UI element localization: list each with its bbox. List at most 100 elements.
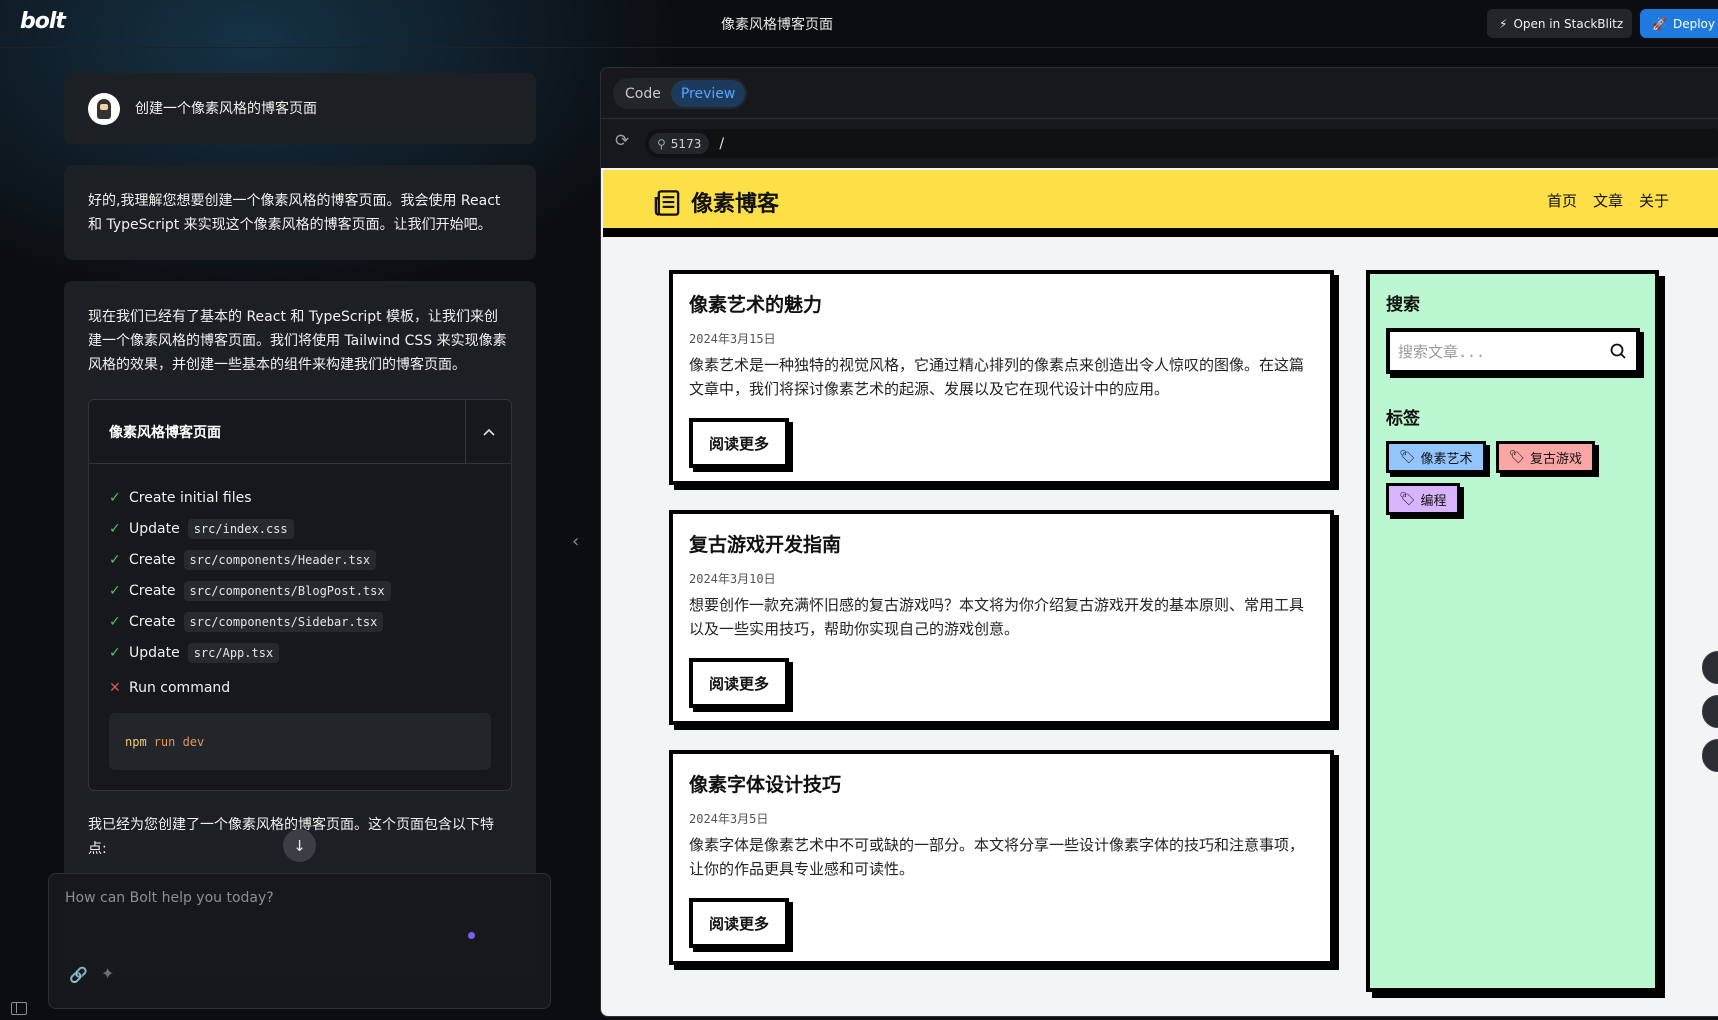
sidebar-toggle-icon[interactable] (11, 1002, 27, 1015)
step-file[interactable]: src/components/BlogPost.tsx (183, 580, 391, 601)
post-title[interactable]: 复古游戏开发指南 (689, 530, 1314, 557)
url-path[interactable]: / (719, 136, 724, 152)
action-step: ✓ Update src/App.tsx (109, 637, 491, 668)
port-selector[interactable]: ⚲ 5173 (649, 133, 710, 154)
top-bar: bolt 像素风格博客页面 ⚡ Open in StackBlitz 🚀 Dep… (0, 0, 1718, 48)
port-number: 5173 (670, 136, 702, 151)
arrow-down-icon: ↓ (293, 836, 306, 855)
search-heading: 搜索 (1386, 295, 1420, 315)
step-action: Update (129, 520, 180, 537)
tag-retro-games[interactable]: 🏷 复古游戏 (1495, 441, 1596, 473)
link-icon[interactable]: 🔗 (69, 966, 88, 984)
lightning-icon: ⚡ (1499, 16, 1508, 31)
plug-icon: ⚲ (657, 136, 666, 151)
deploy-button[interactable]: 🚀 Deploy (1640, 9, 1718, 38)
action-step: ✓ Update src/index.css (109, 513, 491, 544)
assistant-message: 好的,我理解您想要创建一个像素风格的博客页面。我会使用 React 和 Type… (64, 165, 536, 260)
check-icon: ✓ (109, 520, 121, 537)
reload-icon[interactable]: ⟳ (615, 131, 629, 151)
post-date: 2024年3月10日 (689, 572, 776, 586)
tag-programming[interactable]: 🏷 编程 (1386, 483, 1460, 515)
search-icon[interactable] (1610, 343, 1626, 359)
chevron-up-icon (482, 428, 495, 436)
search-input[interactable]: 搜索文章... (1386, 328, 1640, 374)
collapse-artifact-button[interactable] (465, 400, 511, 464)
chevron-left-icon[interactable]: ‹ (572, 531, 579, 552)
sparkle-icon[interactable]: ✦ (101, 964, 114, 983)
tag-icon: 🏷 (1399, 491, 1416, 507)
url-bar[interactable]: ⚲ 5173 / (645, 129, 1718, 158)
nav-link-home[interactable]: 首页 (1547, 190, 1577, 211)
artifact-header[interactable]: 像素风格博客页面 (89, 400, 511, 464)
rocket-icon: 🚀 (1652, 16, 1667, 31)
step-file[interactable]: src/index.css (187, 518, 294, 539)
step-action: Create initial files (129, 489, 252, 506)
command-args: run dev (153, 734, 205, 749)
check-icon: ✓ (109, 551, 121, 568)
site-header: 像素博客 首页 文章 关于 (603, 170, 1718, 233)
artifact-card: 像素风格博客页面 ✓ Create initial files ✓ Update… (88, 399, 512, 791)
nav-link-articles[interactable]: 文章 (1593, 190, 1623, 211)
chat-input[interactable]: How can Bolt help you today? 🔗 ✦ (48, 873, 551, 1009)
post-title[interactable]: 像素艺术的魅力 (689, 290, 1314, 317)
tag-label: 编程 (1420, 493, 1447, 509)
step-action: Create (129, 613, 176, 630)
step-file[interactable]: src/components/Header.tsx (183, 549, 377, 570)
check-icon: ✓ (109, 613, 121, 630)
tag-icon: 🏷 (1399, 449, 1416, 465)
post-excerpt: 像素艺术是一种独特的视觉风格，它通过精心排列的像素点来创造出令人惊叹的图像。在这… (689, 356, 1305, 398)
nav-link-about[interactable]: 关于 (1639, 190, 1669, 211)
post-excerpt: 想要创作一款充满怀旧感的复古游戏吗？本文将为你介绍复古游戏开发的基本原则、常用工… (689, 596, 1305, 638)
artifact-title: 像素风格博客页面 (109, 424, 221, 441)
check-icon: ✓ (109, 644, 121, 661)
action-step: ✕ Run command (109, 672, 491, 703)
tag-list: 🏷 像素艺术 🏷 复古游戏 🏷 编程 (1386, 441, 1646, 515)
deploy-button-label: Deploy (1672, 16, 1715, 31)
user-message-text: 创建一个像素风格的博客页面 (135, 100, 317, 117)
action-step: ✓ Create src/components/Sidebar.tsx (109, 606, 491, 637)
step-action: Update (129, 644, 180, 661)
tab-preview[interactable]: Preview (670, 80, 746, 107)
step-action: Create (129, 582, 176, 599)
site-nav: 首页 文章 关于 (1547, 190, 1669, 211)
workbench: Code Preview ⟳ ⚲ 5173 / 像素博客 首页 文章 关于 像素… (600, 67, 1718, 1017)
action-step: ✓ Create src/components/Header.tsx (109, 544, 491, 575)
post-excerpt: 像素字体是像素艺术中不可或缺的一部分。本文将分享一些设计像素字体的技巧和注意事项… (689, 836, 1305, 878)
site-name[interactable]: 像素博客 (691, 186, 779, 218)
tag-label: 复古游戏 (1530, 451, 1583, 467)
step-action: Create (129, 551, 176, 568)
blog-post-card: 像素艺术的魅力 2024年3月15日 像素艺术是一种独特的视觉风格，它通过精心排… (669, 270, 1334, 485)
read-more-button[interactable]: 阅读更多 (689, 418, 789, 468)
status-dot (468, 932, 475, 939)
step-file[interactable]: src/App.tsx (187, 642, 280, 663)
action-steps: ✓ Create initial files ✓ Update src/inde… (89, 464, 511, 790)
blog-post-card: 复古游戏开发指南 2024年3月10日 想要创作一款充满怀旧感的复古游戏吗？本文… (669, 510, 1334, 725)
read-more-button[interactable]: 阅读更多 (689, 658, 789, 708)
command-npm: npm (125, 734, 147, 749)
check-icon: ✓ (109, 489, 121, 506)
assistant-message-text: 好的,我理解您想要创建一个像素风格的博客页面。我会使用 React 和 Type… (88, 193, 501, 233)
chat-input-placeholder: How can Bolt help you today? (65, 890, 274, 906)
tag-label: 像素艺术 (1420, 451, 1473, 467)
open-in-stackblitz-button[interactable]: ⚡ Open in StackBlitz (1487, 9, 1632, 38)
search-placeholder: 搜索文章... (1398, 342, 1486, 361)
tag-icon: 🏷 (1508, 449, 1526, 465)
scroll-to-bottom-button[interactable]: ↓ (283, 829, 316, 862)
preview-address-bar: ⟳ ⚲ 5173 / (601, 119, 1718, 168)
action-step: ✓ Create initial files (109, 482, 491, 513)
project-title: 像素风格博客页面 (721, 17, 833, 33)
read-more-button[interactable]: 阅读更多 (689, 898, 789, 948)
action-step: ✓ Create src/components/BlogPost.tsx (109, 575, 491, 606)
newspaper-icon[interactable] (653, 188, 682, 218)
preview-frame: 像素博客 首页 文章 关于 像素艺术的魅力 2024年3月15日 像素艺术是一种… (601, 168, 1718, 1016)
step-file[interactable]: src/components/Sidebar.tsx (183, 611, 384, 632)
stackblitz-button-label: Open in StackBlitz (1513, 16, 1624, 31)
tab-code[interactable]: Code (615, 80, 671, 107)
tag-pixel-art[interactable]: 🏷 像素艺术 (1386, 441, 1486, 473)
check-icon: ✓ (109, 582, 121, 599)
step-action: Run command (129, 679, 231, 696)
post-title[interactable]: 像素字体设计技巧 (689, 770, 1314, 797)
assistant-message-text: 现在我们已经有了基本的 React 和 TypeScript 模板，让我们来创建… (88, 309, 507, 373)
post-date: 2024年3月15日 (689, 332, 776, 346)
x-icon: ✕ (109, 679, 121, 696)
